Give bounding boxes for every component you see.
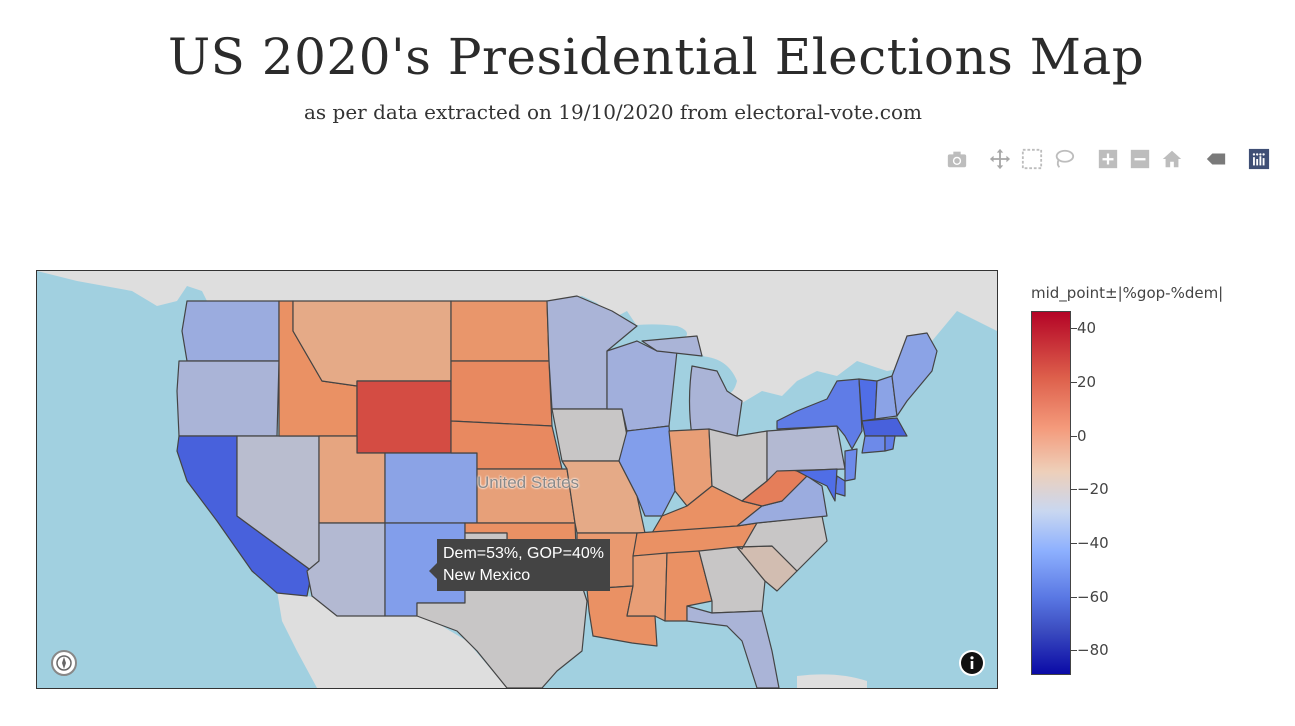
state-connecticut[interactable]: [861, 435, 886, 454]
zoom-out-icon[interactable]: [1127, 146, 1153, 172]
colorbar-tick-label: −80: [1077, 641, 1109, 659]
camera-icon[interactable]: [944, 146, 970, 172]
region-label: United States: [477, 473, 580, 492]
page-subtitle: as per data extracted on 19/10/2020 from…: [304, 100, 923, 124]
colorbar-tick-label: −60: [1077, 588, 1109, 606]
tooltip-line-values: Dem=53%, GOP=40%: [443, 545, 604, 562]
hover-tooltip: Dem=53%, GOP=40% New Mexico: [437, 539, 610, 591]
state-mississippi[interactable]: [626, 552, 668, 622]
state-vermont[interactable]: [858, 378, 878, 422]
colorbar-tick-label: −40: [1077, 534, 1109, 552]
lasso-select-icon[interactable]: [1051, 146, 1077, 172]
zoom-in-icon[interactable]: [1095, 146, 1121, 172]
state-south-dakota[interactable]: [450, 360, 553, 427]
state-wyoming[interactable]: [356, 380, 452, 454]
colorbar-tick-label: −20: [1077, 480, 1109, 498]
colorbar: [1031, 311, 1071, 675]
box-select-icon[interactable]: [1019, 146, 1045, 172]
state-rhode-island[interactable]: [884, 435, 896, 452]
info-icon[interactable]: [959, 650, 985, 676]
state-colorado[interactable]: [384, 452, 478, 524]
state-washington[interactable]: [181, 300, 280, 362]
tooltip-arrow: [429, 563, 437, 579]
state-iowa[interactable]: [551, 408, 628, 462]
state-arizona[interactable]: [306, 522, 386, 617]
state-new-jersey[interactable]: [844, 448, 858, 482]
colorbar-title: mid_point±|%gop-%dem|: [1031, 284, 1224, 302]
colorbar-tick-label: 20: [1077, 373, 1097, 391]
state-oregon[interactable]: [176, 360, 280, 437]
plotly-logo-icon[interactable]: [1246, 146, 1272, 172]
state-north-dakota[interactable]: [450, 300, 550, 362]
page-title: US 2020's Presidential Elections Map: [168, 28, 1145, 86]
tooltip-line-state: New Mexico: [443, 567, 531, 584]
compass-icon[interactable]: [51, 650, 77, 676]
modebar: [940, 146, 1275, 174]
hover-icon[interactable]: [1203, 146, 1229, 172]
pan-icon[interactable]: [987, 146, 1013, 172]
colorbar-tick-label: 40: [1077, 319, 1097, 337]
colorbar-tick-label: 0: [1077, 427, 1087, 445]
choropleth-map[interactable]: United States Dem=53%, GOP=40% New Mexic…: [36, 270, 998, 689]
home-icon[interactable]: [1159, 146, 1185, 172]
